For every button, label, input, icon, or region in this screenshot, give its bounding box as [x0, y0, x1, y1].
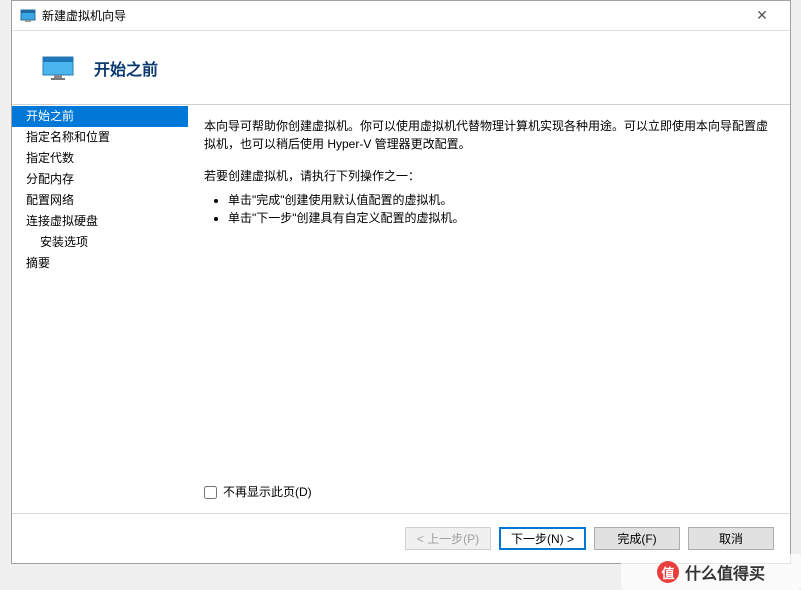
wizard-dialog: 新建虚拟机向导 ✕ 开始之前 开始之前 指定名称和位置 指定代数 分配内存 配置… — [11, 0, 791, 564]
bullet-item: 单击"完成"创建使用默认值配置的虚拟机。 — [228, 191, 772, 209]
wizard-steps-sidebar: 开始之前 指定名称和位置 指定代数 分配内存 配置网络 连接虚拟硬盘 安装选项 … — [12, 105, 188, 513]
page-title: 开始之前 — [94, 56, 158, 80]
header: 开始之前 — [12, 31, 790, 105]
content-panel: 本向导可帮助你创建虚拟机。你可以使用虚拟机代替物理计算机实现各种用途。可以立即使… — [188, 105, 790, 513]
prompt-text: 若要创建虚拟机，请执行下列操作之一： — [204, 167, 772, 185]
dont-show-again-row[interactable]: 不再显示此页(D) — [204, 483, 772, 501]
sidebar-item-install-options[interactable]: 安装选项 — [12, 232, 188, 253]
sidebar-item-before-begin[interactable]: 开始之前 — [12, 106, 188, 127]
next-button[interactable]: 下一步(N) > — [499, 527, 586, 550]
sidebar-item-generation[interactable]: 指定代数 — [12, 148, 188, 169]
app-icon — [20, 8, 36, 24]
monitor-icon — [42, 56, 74, 80]
finish-button[interactable]: 完成(F) — [594, 527, 680, 550]
cancel-button[interactable]: 取消 — [688, 527, 774, 550]
sidebar-item-memory[interactable]: 分配内存 — [12, 169, 188, 190]
bullet-item: 单击"下一步"创建具有自定义配置的虚拟机。 — [228, 209, 772, 227]
checkbox-label: 不再显示此页(D) — [223, 483, 312, 501]
sidebar-item-vhd[interactable]: 连接虚拟硬盘 — [12, 211, 188, 232]
sidebar-item-network[interactable]: 配置网络 — [12, 190, 188, 211]
dont-show-again-checkbox[interactable] — [204, 486, 217, 499]
dialog-body: 开始之前 指定名称和位置 指定代数 分配内存 配置网络 连接虚拟硬盘 安装选项 … — [12, 105, 790, 513]
footer: < 上一步(P) 下一步(N) > 完成(F) 取消 — [12, 513, 790, 563]
bullet-list: 单击"完成"创建使用默认值配置的虚拟机。 单击"下一步"创建具有自定义配置的虚拟… — [204, 191, 772, 227]
intro-text: 本向导可帮助你创建虚拟机。你可以使用虚拟机代替物理计算机实现各种用途。可以立即使… — [204, 117, 772, 153]
window-title: 新建虚拟机向导 — [42, 7, 742, 24]
titlebar: 新建虚拟机向导 ✕ — [12, 1, 790, 31]
close-button[interactable]: ✕ — [742, 2, 782, 30]
watermark-logo-icon: 值 — [657, 561, 679, 583]
sidebar-item-name-location[interactable]: 指定名称和位置 — [12, 127, 188, 148]
prev-button: < 上一步(P) — [405, 527, 491, 550]
sidebar-item-summary[interactable]: 摘要 — [12, 253, 188, 274]
